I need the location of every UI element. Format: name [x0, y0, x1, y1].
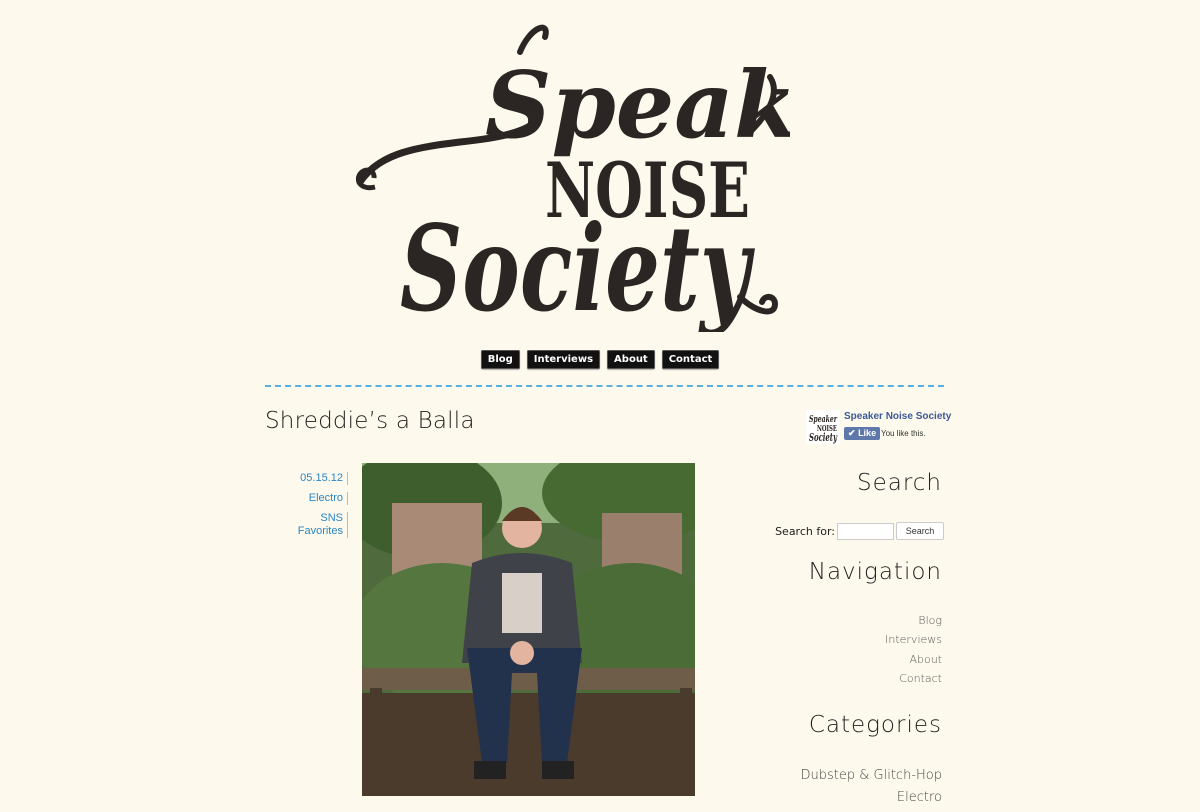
facebook-page-name[interactable]: Speaker Noise Society: [844, 411, 951, 422]
sidebar-nav-about[interactable]: About: [885, 650, 942, 669]
facebook-page-thumbnail[interactable]: Speaker NOISE Society: [806, 410, 840, 444]
sidebar-navigation-list: Blog Interviews About Contact: [885, 611, 942, 688]
categories-heading: Categories: [808, 712, 942, 738]
facebook-like-status: You like this.: [881, 429, 926, 438]
post-photo[interactable]: [362, 463, 695, 796]
topnav-about[interactable]: About: [607, 350, 655, 369]
logo-graphic: Speaker NOISE Society: [355, 24, 911, 338]
logo-mini-icon: Speaker NOISE Society: [806, 410, 840, 444]
post-meta: 05.15.12 Electro SNS Favorites: [290, 472, 348, 545]
sidebar-categories-list: Dubstep & Glitch-Hop Electro: [801, 765, 942, 809]
topnav-blog[interactable]: Blog: [480, 350, 520, 369]
search-form: Search for: Search: [775, 522, 944, 540]
post-date-link[interactable]: 05.15.12: [290, 472, 348, 485]
sidebar-nav-interviews[interactable]: Interviews: [885, 630, 942, 649]
site-logo[interactable]: Speaker NOISE Society: [350, 12, 911, 338]
facebook-like-box: Speaker NOISE Society Speaker Noise Soci…: [806, 410, 951, 444]
category-electro[interactable]: Electro: [801, 787, 942, 809]
check-icon: ✔: [848, 428, 856, 438]
sidebar-nav-contact[interactable]: Contact: [885, 669, 942, 688]
post-category-link[interactable]: Electro: [290, 492, 348, 505]
search-heading: Search: [856, 470, 942, 496]
search-input[interactable]: [837, 522, 894, 540]
topnav-contact[interactable]: Contact: [661, 350, 720, 369]
header-divider: [265, 385, 944, 387]
logo-mini-word-3: Society: [809, 431, 838, 444]
navigation-heading: Navigation: [808, 559, 942, 585]
photo-illustration: [362, 463, 695, 796]
top-navigation: Blog Interviews About Contact: [0, 350, 1200, 369]
post-title[interactable]: Shreddie’s a Balla: [265, 408, 475, 434]
search-label: Search for:: [775, 524, 835, 538]
topnav-interviews[interactable]: Interviews: [526, 350, 601, 369]
search-button[interactable]: Search: [896, 522, 944, 540]
category-dubstep-glitch-hop[interactable]: Dubstep & Glitch-Hop: [801, 765, 942, 787]
post-tag-link[interactable]: SNS Favorites: [290, 512, 348, 538]
sidebar-nav-blog[interactable]: Blog: [885, 611, 942, 630]
facebook-like-button[interactable]: ✔ Like: [844, 427, 881, 440]
facebook-like-label: Like: [858, 428, 877, 438]
logo-word-1: Speaker: [485, 51, 790, 159]
logo-word-3: Society: [400, 199, 755, 332]
